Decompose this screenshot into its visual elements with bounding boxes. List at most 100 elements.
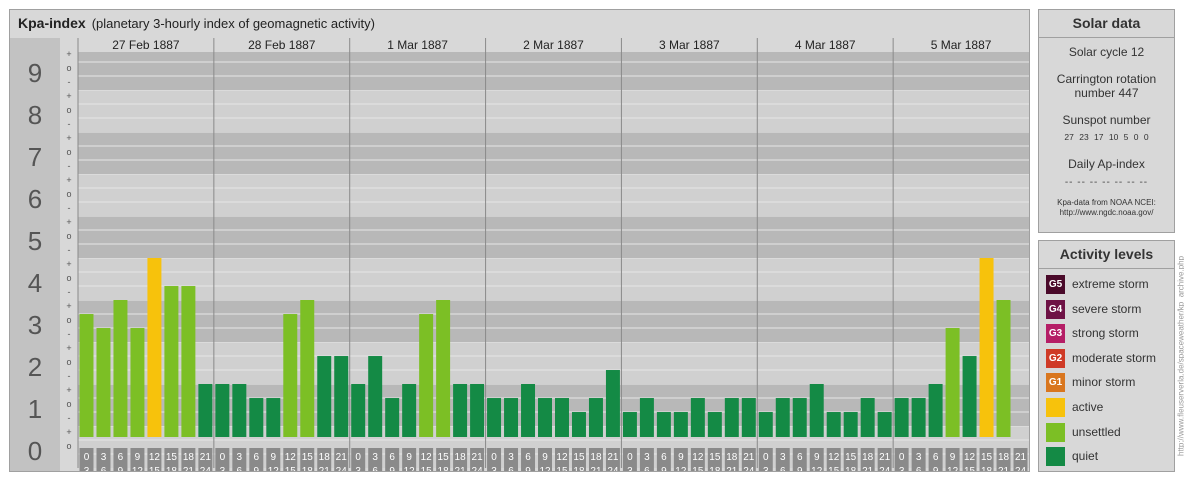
interval-start-label: 21 [743, 452, 755, 463]
interval-end-label: 18 [166, 466, 178, 471]
interval-end-label: 21 [319, 466, 331, 471]
interval-end-label: 24 [336, 466, 348, 471]
interval-end-label: 24 [879, 466, 891, 471]
kp-bar [504, 398, 519, 437]
activity-level-label: strong storm [1072, 326, 1139, 341]
kp-bar [436, 300, 451, 437]
interval-end-label: 9 [254, 466, 260, 471]
solar-data-panel: Solar data Solar cycle 12 Carrington rot… [1038, 9, 1175, 233]
interval-start-label: 12 [964, 452, 976, 463]
kp-bar [809, 384, 824, 437]
kp-band [78, 174, 1029, 216]
interval-start-label: 15 [302, 452, 314, 463]
kp-bar [724, 398, 739, 437]
kp-bar [249, 398, 264, 437]
interval-start-label: 18 [998, 452, 1010, 463]
kp-bar [605, 370, 620, 437]
interval-end-label: 24 [743, 466, 755, 471]
daily-ap-values: -- -- -- -- -- -- -- [1064, 177, 1149, 188]
interval-start-label: 6 [797, 452, 803, 463]
activity-levels-title: Activity levels [1039, 241, 1174, 269]
y-sub-tick-label: + [66, 385, 71, 395]
y-sub-tick-label: - [68, 413, 71, 423]
interval-end-label: 9 [118, 466, 124, 471]
data-source-link[interactable]: http://www.ngdc.noaa.gov/ [1039, 208, 1174, 218]
interval-end-label: 18 [573, 466, 585, 471]
kp-bar [385, 398, 400, 437]
activity-level-swatch [1046, 447, 1065, 467]
y-sub-tick-label: o [66, 273, 71, 283]
interval-start-label: 15 [166, 452, 178, 463]
kp-band [78, 90, 1029, 132]
interval-start-label: 15 [981, 452, 993, 463]
interval-start-label: 9 [678, 452, 684, 463]
interval-start-label: 18 [590, 452, 602, 463]
kp-bar [300, 300, 315, 437]
kp-bar [758, 412, 773, 437]
carrington-rotation-line1: Carrington rotation [1056, 72, 1157, 86]
interval-start-label: 0 [220, 452, 226, 463]
interval-end-label: 12 [404, 466, 416, 471]
y-sub-tick-label: + [66, 259, 71, 269]
kp-band [78, 216, 1029, 258]
interval-end-label: 18 [302, 466, 314, 471]
y-tick-label: 6 [28, 184, 42, 214]
kp-bar [555, 398, 569, 437]
y-sub-tick-label: + [66, 343, 71, 353]
interval-end-label: 21 [590, 466, 602, 471]
y-tick-label: 8 [28, 100, 42, 130]
interval-end-label: 3 [763, 466, 769, 471]
day-label: 5 Mar 1887 [931, 38, 992, 52]
interval-start-label: 0 [84, 452, 90, 463]
interval-start-label: 15 [845, 452, 857, 463]
interval-start-label: 0 [899, 452, 905, 463]
interval-start-label: 21 [607, 452, 619, 463]
solar-cycle: Solar cycle 12 [1068, 45, 1145, 59]
y-sub-tick-label: + [66, 91, 71, 101]
kp-bar [164, 286, 179, 437]
activity-level-label: minor storm [1072, 375, 1136, 390]
y-sub-tick-label: o [66, 441, 71, 451]
interval-end-label: 6 [237, 466, 243, 471]
carrington-rotation-line2: number 447 [1074, 86, 1139, 100]
interval-end-label: 3 [220, 466, 226, 471]
activity-level-swatch: G1 [1046, 373, 1065, 393]
kpa-bar-chart: 27 Feb 1887 28 Feb 1887 1 Mar 1887 2 Mar 18… [10, 38, 1029, 471]
interval-start-label: 6 [661, 452, 667, 463]
kp-bar [843, 412, 858, 437]
interval-start-label: 9 [542, 452, 548, 463]
interval-start-label: 18 [183, 452, 195, 463]
interval-start-label: 12 [421, 452, 433, 463]
kp-bar [198, 384, 213, 437]
interval-start-label: 3 [916, 452, 922, 463]
interval-end-label: 21 [998, 466, 1010, 471]
kp-bar [283, 314, 298, 437]
interval-end-label: 6 [508, 466, 514, 471]
interval-start-label: 9 [406, 452, 412, 463]
daily-ap-label: Daily Ap-index [1068, 157, 1145, 171]
activity-level-swatch: G3 [1046, 324, 1065, 344]
kpa-chart-panel: Kpa-index (planetary 3-hourly index of ge… [9, 9, 1030, 472]
interval-end-label: 3 [491, 466, 497, 471]
kp-bar [588, 398, 603, 437]
activity-levels-panel: Activity levels G5 extreme storm G4 severe … [1038, 240, 1175, 472]
activity-level-swatch [1046, 422, 1065, 442]
kp-bar [521, 384, 536, 437]
kp-bar [113, 300, 128, 437]
interval-start-label: 3 [237, 452, 243, 463]
kp-bar [232, 384, 247, 437]
y-sub-tick-label: + [66, 133, 71, 143]
interval-end-label: 24 [200, 466, 212, 471]
activity-level-label: unsettled [1072, 424, 1121, 439]
kp-band [78, 48, 1029, 90]
interval-start-label: 12 [556, 452, 568, 463]
interval-end-label: 6 [644, 466, 650, 471]
kp-band [78, 258, 1029, 300]
interval-start-label: 21 [1015, 452, 1027, 463]
kp-bar [130, 328, 145, 437]
activity-level-label: severe storm [1072, 301, 1142, 316]
interval-end-label: 9 [797, 466, 803, 471]
interval-end-label: 24 [472, 466, 484, 471]
y-sub-tick-label: o [66, 315, 71, 325]
y-sub-tick-label: - [68, 77, 71, 87]
